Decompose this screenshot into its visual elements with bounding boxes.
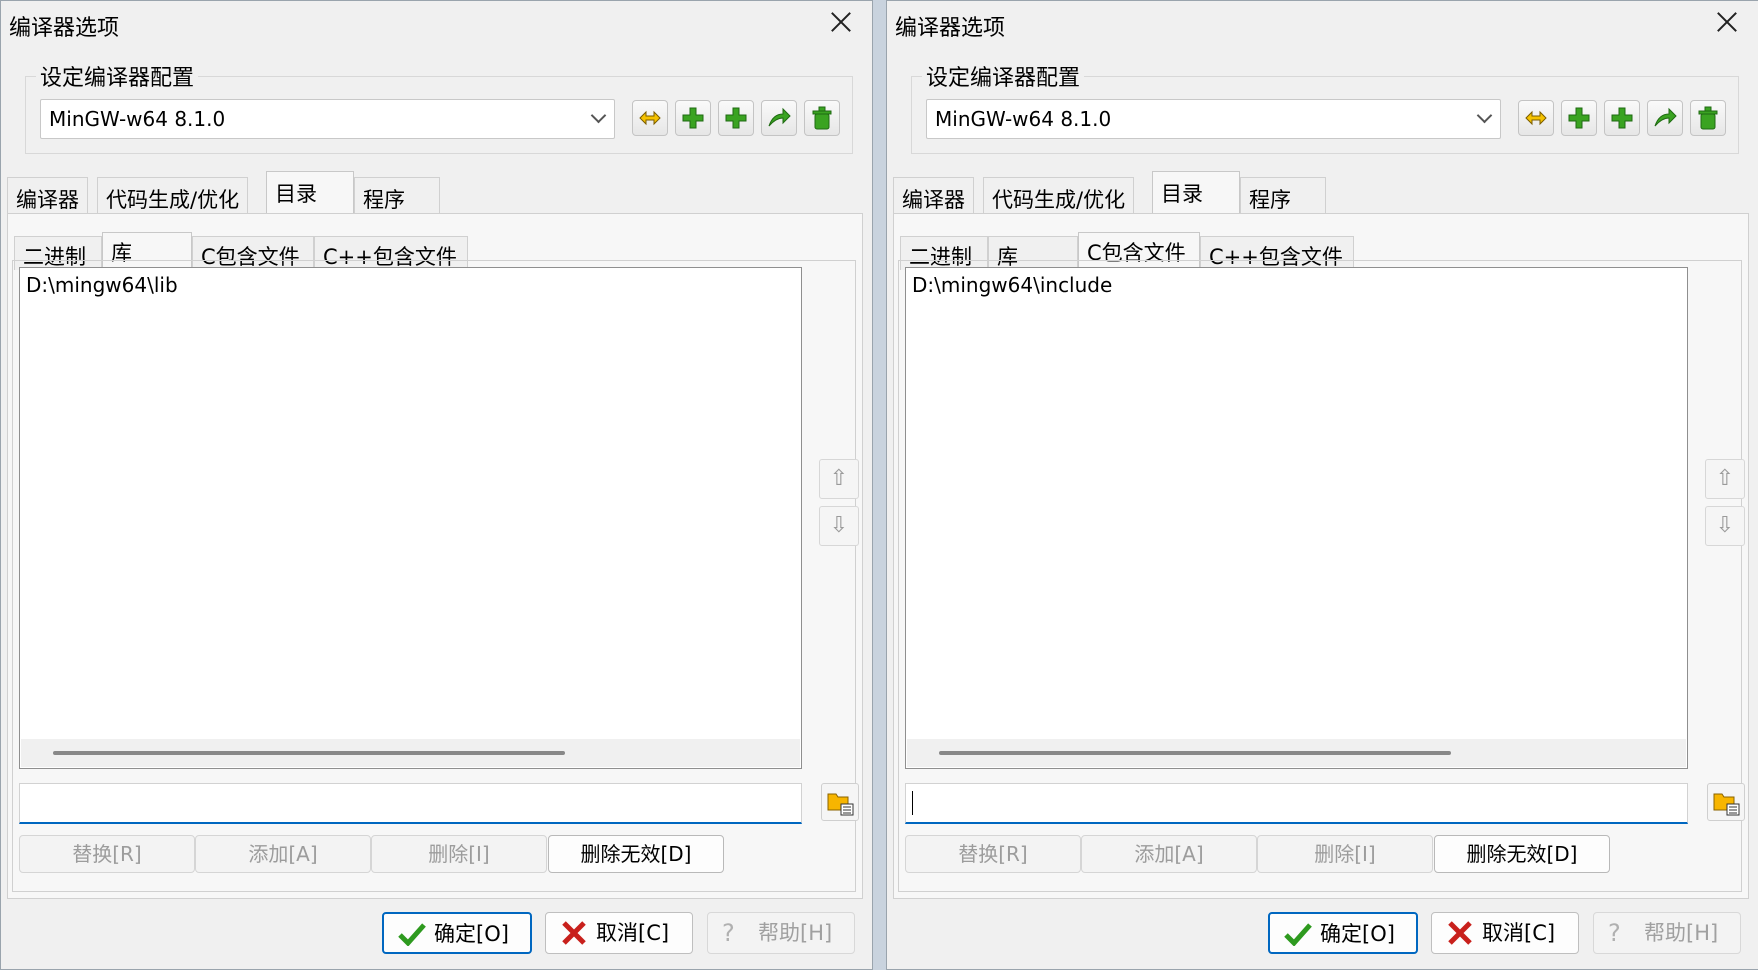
directory-list[interactable]: D:\mingw64\include: [905, 267, 1688, 769]
chevron-down-icon: [1476, 107, 1493, 124]
cancel-label: 取消[C]: [596, 921, 670, 945]
ok-button[interactable]: 确定[O]: [382, 912, 532, 954]
help-label: 帮助[H]: [758, 921, 833, 945]
browse-folder-button[interactable]: [1707, 783, 1745, 821]
add-config-button[interactable]: [675, 100, 711, 136]
arrow-up-icon: ⇧: [1715, 466, 1735, 491]
path-input[interactable]: [905, 783, 1688, 824]
help-label: 帮助[H]: [1644, 921, 1719, 945]
cancel-button[interactable]: 取消[C]: [545, 912, 693, 954]
help-button[interactable]: ? 帮助[H]: [1593, 912, 1741, 954]
compiler-config-select[interactable]: MinGW-w64 8.1.0: [40, 99, 615, 139]
chevron-down-icon: [590, 107, 607, 124]
scrollbar-thumb[interactable]: [939, 751, 1451, 755]
rename-config-icon: [1525, 110, 1547, 126]
ok-button[interactable]: 确定[O]: [1268, 912, 1418, 954]
directory-list[interactable]: D:\mingw64\lib: [19, 267, 802, 769]
rename-config-button[interactable]: [632, 100, 668, 136]
add-config-icon: [682, 107, 704, 129]
delete-config-button[interactable]: [804, 100, 840, 136]
replace-button[interactable]: 替换[R]: [19, 835, 195, 873]
config-group-label: 设定编译器配置: [922, 60, 1085, 92]
compiler-config-value: MinGW-w64 8.1.0: [935, 107, 1112, 131]
add-config-copy-button[interactable]: [1604, 100, 1640, 136]
close-button[interactable]: [824, 5, 858, 39]
restore-default-icon: [1654, 107, 1677, 127]
rename-config-button[interactable]: [1518, 100, 1554, 136]
add-button[interactable]: 添加[A]: [1081, 835, 1257, 873]
arrow-up-icon: ⇧: [829, 466, 849, 491]
ok-label: 确定[O]: [1320, 922, 1395, 946]
add-config-copy-icon: [1611, 107, 1633, 129]
dialog-title: 编译器选项: [895, 16, 1006, 41]
directory-list-panel: D:\mingw64\lib ⇧ ⇩ 替换[R] 添加[A] 删除[I] 删除无…: [12, 260, 859, 892]
title-bar: 编译器选项: [887, 1, 1758, 45]
add-config-copy-icon: [725, 107, 747, 129]
folder-icon: [1713, 793, 1740, 816]
replace-button[interactable]: 替换[R]: [905, 835, 1081, 873]
tab-codegen[interactable]: 代码生成/优化: [983, 177, 1135, 213]
add-config-button[interactable]: [1561, 100, 1597, 136]
horizontal-scrollbar[interactable]: [907, 739, 1686, 767]
compiler-config-value: MinGW-w64 8.1.0: [49, 107, 226, 131]
tab-programs[interactable]: 程序: [354, 177, 440, 213]
text-caret: [912, 791, 913, 815]
scrollbar-thumb[interactable]: [53, 751, 565, 755]
add-button[interactable]: 添加[A]: [195, 835, 371, 873]
help-button[interactable]: ? 帮助[H]: [707, 912, 855, 954]
delete-invalid-button[interactable]: 删除无效[D]: [1434, 835, 1610, 873]
arrow-down-icon: ⇩: [829, 513, 849, 538]
path-input[interactable]: [19, 783, 802, 824]
rename-config-icon: [639, 110, 661, 126]
checkmark-icon: [1284, 923, 1312, 946]
move-up-button[interactable]: ⇧: [1705, 459, 1745, 499]
directories-panel: 二进制 库 C包含文件 C++包含文件 D:\mingw64\include ⇧…: [893, 213, 1749, 899]
compiler-options-dialog-left: 编译器选项 设定编译器配置 MinGW-w64 8.1.0 编译器 代码生成/优…: [0, 0, 873, 970]
dialog-title: 编译器选项: [9, 16, 120, 41]
compiler-options-dialog-right: 编译器选项 设定编译器配置 MinGW-w64 8.1.0 编译器 代码生成/优…: [886, 0, 1758, 970]
config-group-label: 设定编译器配置: [36, 60, 199, 92]
list-item[interactable]: D:\mingw64\lib: [26, 273, 178, 297]
delete-button[interactable]: 删除[I]: [1257, 835, 1433, 873]
tab-compiler[interactable]: 编译器: [7, 177, 88, 213]
checkmark-icon: [398, 923, 426, 946]
delete-config-icon: [812, 106, 832, 130]
list-item[interactable]: D:\mingw64\include: [912, 273, 1112, 297]
delete-config-icon: [1698, 106, 1718, 130]
directory-list-panel: D:\mingw64\include ⇧ ⇩ 替换[R] 添加[A] 删除[I]…: [898, 260, 1745, 892]
compiler-config-group: 设定编译器配置 MinGW-w64 8.1.0: [25, 60, 853, 154]
delete-button[interactable]: 删除[I]: [371, 835, 547, 873]
tab-directories[interactable]: 目录: [1152, 171, 1240, 213]
cancel-label: 取消[C]: [1482, 921, 1556, 945]
close-button[interactable]: [1710, 5, 1744, 39]
move-up-button[interactable]: ⇧: [819, 459, 859, 499]
tab-compiler[interactable]: 编译器: [893, 177, 974, 213]
restore-default-button[interactable]: [1647, 100, 1683, 136]
compiler-config-select[interactable]: MinGW-w64 8.1.0: [926, 99, 1501, 139]
browse-folder-button[interactable]: [821, 783, 859, 821]
ok-label: 确定[O]: [434, 922, 509, 946]
cross-icon: [562, 921, 586, 945]
arrow-down-icon: ⇩: [1715, 513, 1735, 538]
restore-default-button[interactable]: [761, 100, 797, 136]
horizontal-scrollbar[interactable]: [21, 739, 800, 767]
help-icon: ?: [1608, 919, 1621, 947]
delete-invalid-button[interactable]: 删除无效[D]: [548, 835, 724, 873]
tab-programs[interactable]: 程序: [1240, 177, 1326, 213]
title-bar: 编译器选项: [1, 1, 872, 45]
delete-config-button[interactable]: [1690, 100, 1726, 136]
restore-default-icon: [768, 107, 791, 127]
compiler-config-group: 设定编译器配置 MinGW-w64 8.1.0: [911, 60, 1739, 154]
move-down-button[interactable]: ⇩: [1705, 506, 1745, 546]
folder-icon: [827, 793, 854, 816]
add-config-copy-button[interactable]: [718, 100, 754, 136]
help-icon: ?: [722, 919, 735, 947]
add-config-icon: [1568, 107, 1590, 129]
cancel-button[interactable]: 取消[C]: [1431, 912, 1579, 954]
tab-directories[interactable]: 目录: [266, 171, 354, 213]
cross-icon: [1448, 921, 1472, 945]
directories-panel: 二进制 库 C包含文件 C++包含文件 D:\mingw64\lib ⇧ ⇩ 替…: [7, 213, 863, 899]
tab-codegen[interactable]: 代码生成/优化: [97, 177, 249, 213]
move-down-button[interactable]: ⇩: [819, 506, 859, 546]
